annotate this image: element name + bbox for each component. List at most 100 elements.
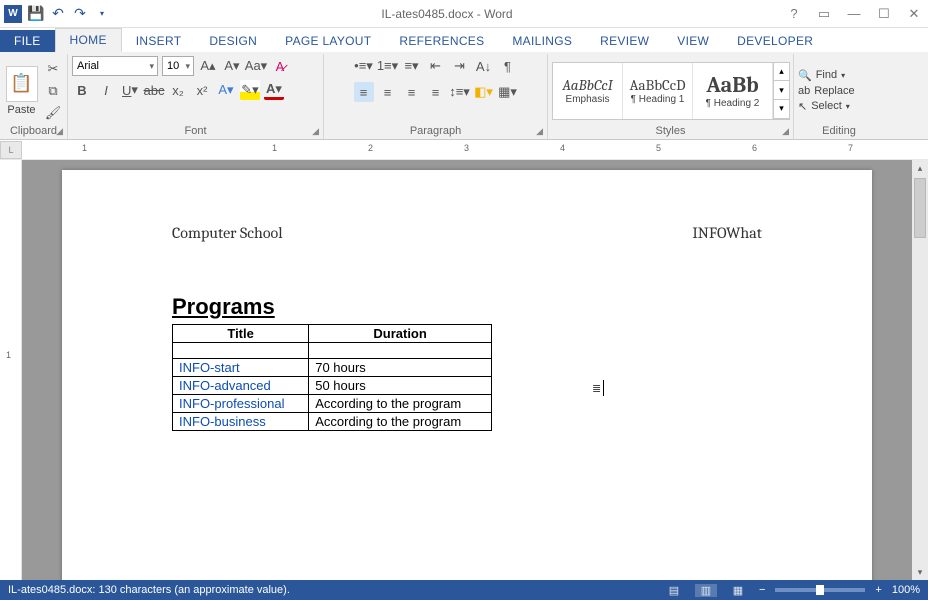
- replace-button[interactable]: abReplace: [798, 85, 855, 97]
- align-right-icon[interactable]: ≡: [402, 82, 422, 102]
- borders-icon[interactable]: ▦▾: [498, 82, 518, 102]
- gallery-more-icon[interactable]: ▾: [773, 100, 789, 119]
- increase-indent-icon[interactable]: ⇥: [450, 56, 470, 76]
- cell-duration: According to the program: [309, 413, 492, 431]
- minimize-icon[interactable]: —: [844, 6, 864, 22]
- help-icon[interactable]: ?: [784, 6, 804, 22]
- scroll-thumb[interactable]: [914, 178, 926, 238]
- highlight-icon[interactable]: ✎▾: [240, 80, 260, 100]
- gallery-up-icon[interactable]: ▴: [773, 63, 789, 82]
- line-spacing-icon[interactable]: ↕≡▾: [450, 82, 470, 102]
- subscript-icon[interactable]: x₂: [168, 80, 188, 100]
- ruler-mark: 1: [272, 143, 277, 153]
- paste-button[interactable]: 📋 Paste: [4, 66, 39, 116]
- grow-font-icon[interactable]: A▴: [198, 56, 218, 76]
- select-icon: ↖: [798, 100, 807, 113]
- print-layout-icon[interactable]: ▥: [695, 584, 717, 597]
- shrink-font-icon[interactable]: A▾: [222, 56, 242, 76]
- cell-title[interactable]: INFO-business: [173, 413, 309, 431]
- tab-review[interactable]: REVIEW: [586, 30, 663, 52]
- zoom-slider[interactable]: [775, 588, 865, 592]
- clear-formatting-icon[interactable]: A̷: [270, 56, 290, 76]
- word-app-icon: W: [4, 5, 22, 23]
- scroll-down-icon[interactable]: ▾: [912, 564, 928, 580]
- ruler-corner[interactable]: L: [0, 141, 22, 159]
- zoom-value[interactable]: 100%: [892, 584, 920, 596]
- align-center-icon[interactable]: ≡: [378, 82, 398, 102]
- paragraph-group-label: Paragraph: [410, 125, 461, 137]
- qat-dropdown-icon[interactable]: ▾: [94, 6, 110, 22]
- tab-mailings[interactable]: MAILINGS: [498, 30, 586, 52]
- multilevel-list-icon[interactable]: ≡▾: [402, 56, 422, 76]
- strikethrough-icon[interactable]: abc: [144, 80, 164, 100]
- shading-icon[interactable]: ◧▾: [474, 82, 494, 102]
- font-name-combo[interactable]: Arial: [72, 56, 158, 76]
- style-heading2[interactable]: AaBb ¶ Heading 2: [693, 63, 773, 119]
- tab-file[interactable]: FILE: [0, 30, 55, 52]
- maximize-icon[interactable]: ☐: [874, 6, 894, 22]
- find-button[interactable]: 🔍Find▾: [798, 69, 855, 82]
- zoom-out-icon[interactable]: −: [759, 584, 765, 596]
- paste-label: Paste: [7, 104, 35, 116]
- scroll-up-icon[interactable]: ▴: [912, 160, 928, 176]
- cell-title[interactable]: INFO-advanced: [173, 377, 309, 395]
- justify-icon[interactable]: ≡: [426, 82, 446, 102]
- vertical-scrollbar[interactable]: ▴ ▾: [912, 160, 928, 580]
- bold-icon[interactable]: B: [72, 80, 92, 100]
- underline-icon[interactable]: U▾: [120, 80, 140, 100]
- undo-icon[interactable]: ↶: [50, 6, 66, 22]
- tab-developer[interactable]: DEVELOPER: [723, 30, 827, 52]
- superscript-icon[interactable]: x²: [192, 80, 212, 100]
- tab-references[interactable]: REFERENCES: [385, 30, 498, 52]
- change-case-icon[interactable]: Aa▾: [246, 56, 266, 76]
- tab-home[interactable]: HOME: [55, 28, 122, 52]
- bullets-icon[interactable]: •≡▾: [354, 56, 374, 76]
- tab-page-layout[interactable]: PAGE LAYOUT: [271, 30, 385, 52]
- tab-view[interactable]: VIEW: [663, 30, 723, 52]
- paragraph-launcher-icon[interactable]: ◢: [536, 126, 543, 137]
- cell-title[interactable]: INFO-professional: [173, 395, 309, 413]
- format-painter-icon[interactable]: 🖌: [43, 103, 63, 123]
- style-name: Emphasis: [566, 94, 610, 105]
- text-effects-icon[interactable]: A▾: [216, 80, 236, 100]
- align-left-icon[interactable]: ≡: [354, 82, 374, 102]
- tab-design[interactable]: DESIGN: [195, 30, 271, 52]
- header-right: INFOWhat: [692, 224, 762, 242]
- save-icon[interactable]: 💾: [28, 6, 44, 22]
- style-sample: AaBbCcI: [562, 76, 612, 94]
- close-icon[interactable]: ✕: [904, 6, 924, 22]
- styles-gallery[interactable]: AaBbCcI Emphasis AaBbCcD ¶ Heading 1 AaB…: [552, 62, 790, 120]
- style-name: ¶ Heading 1: [631, 94, 685, 105]
- select-label: Select: [811, 100, 842, 112]
- style-sample: AaBb: [706, 72, 758, 98]
- show-marks-icon[interactable]: ¶: [498, 56, 518, 76]
- page[interactable]: Computer School INFOWhat Programs Title …: [62, 170, 872, 580]
- web-layout-icon[interactable]: ▦: [727, 584, 749, 597]
- cell-title[interactable]: INFO-start: [173, 359, 309, 377]
- page-scroll[interactable]: Computer School INFOWhat Programs Title …: [22, 160, 912, 580]
- numbering-icon[interactable]: 1≡▾: [378, 56, 398, 76]
- style-heading1[interactable]: AaBbCcD ¶ Heading 1: [623, 63, 693, 119]
- read-mode-icon[interactable]: ▤: [663, 584, 685, 597]
- italic-icon[interactable]: I: [96, 80, 116, 100]
- zoom-in-icon[interactable]: +: [875, 584, 881, 596]
- font-launcher-icon[interactable]: ◢: [312, 126, 319, 137]
- sort-icon[interactable]: A↓: [474, 56, 494, 76]
- ribbon-display-icon[interactable]: ▭: [814, 6, 834, 22]
- gallery-nav: ▴ ▾ ▾: [773, 63, 789, 119]
- ribbon: 📋 Paste ✂ ⧉ 🖌 Clipboard◢ Arial 10 A▴ A▾ …: [0, 52, 928, 140]
- vertical-ruler[interactable]: 1: [0, 160, 22, 580]
- redo-icon[interactable]: ↷: [72, 6, 88, 22]
- copy-icon[interactable]: ⧉: [43, 81, 63, 101]
- font-color-icon[interactable]: A▾: [264, 80, 284, 100]
- font-size-combo[interactable]: 10: [162, 56, 194, 76]
- cut-icon[interactable]: ✂: [43, 59, 63, 79]
- gallery-down-icon[interactable]: ▾: [773, 81, 789, 100]
- clipboard-launcher-icon[interactable]: ◢: [56, 126, 63, 137]
- decrease-indent-icon[interactable]: ⇤: [426, 56, 446, 76]
- styles-launcher-icon[interactable]: ◢: [782, 126, 789, 137]
- style-emphasis[interactable]: AaBbCcI Emphasis: [553, 63, 623, 119]
- select-button[interactable]: ↖Select▾: [798, 100, 855, 113]
- tab-insert[interactable]: INSERT: [122, 30, 196, 52]
- horizontal-ruler[interactable]: 1 1 2 3 4 5 6 7: [22, 141, 928, 159]
